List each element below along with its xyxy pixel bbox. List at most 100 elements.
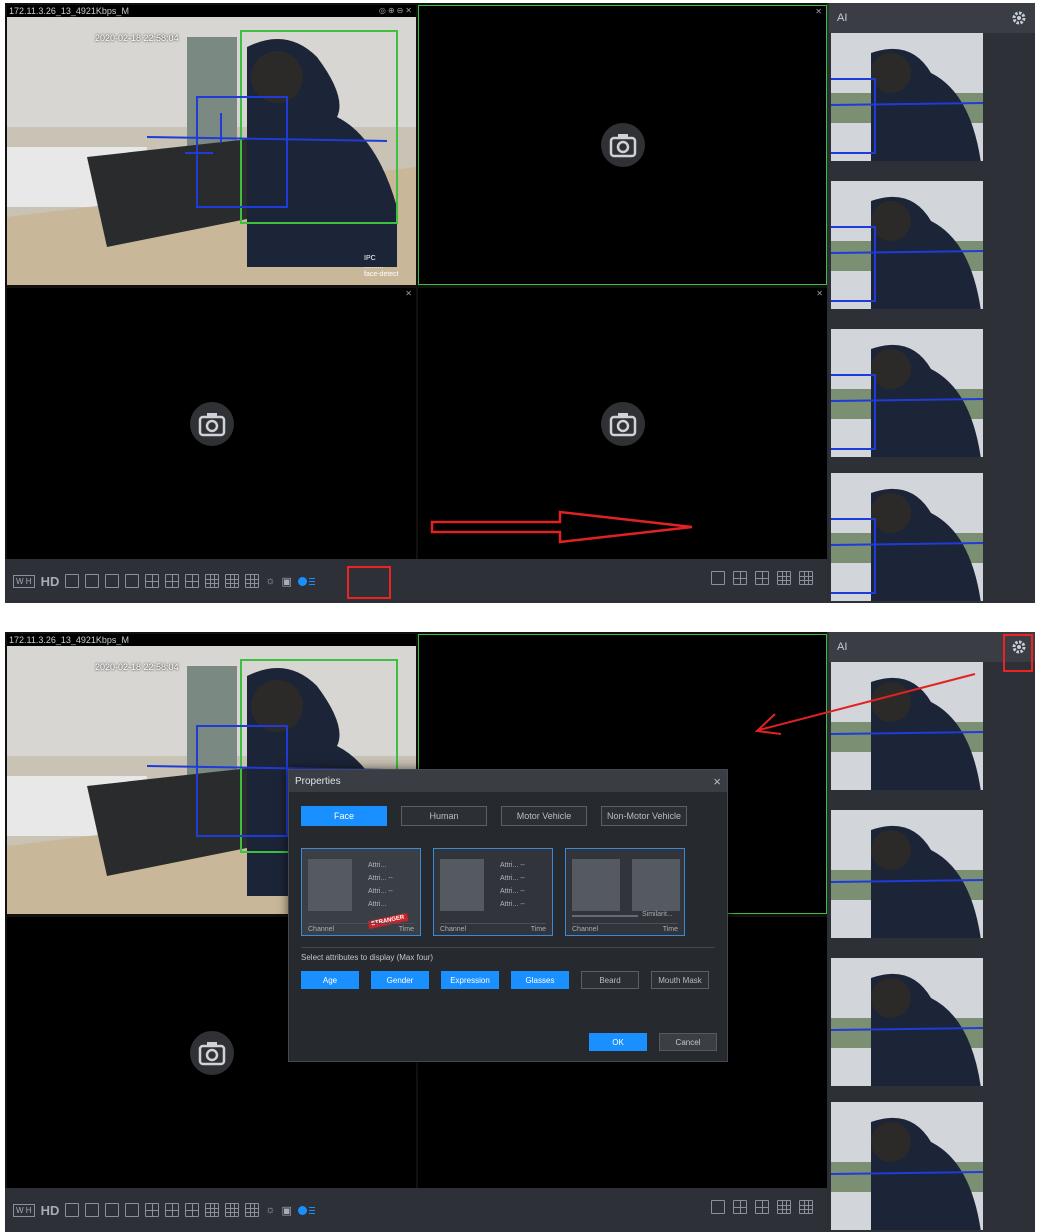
panel-layout-4-icon[interactable] [733,571,747,585]
attr-glasses-button[interactable]: Glasses [511,971,569,989]
ai-display-toggle-icon[interactable] [297,1203,320,1217]
window-icon[interactable] [105,574,120,588]
highlight-box [347,566,391,599]
cell-controls[interactable]: ◎ ⊕ ⊖ ✕ [375,5,416,17]
snapshot-thumbnail[interactable] [831,1102,983,1230]
divider [301,947,715,948]
close-icon[interactable]: ✕ [405,6,412,16]
tab-human[interactable]: Human [401,806,487,826]
video-cell-4[interactable]: ✕ [418,288,827,559]
cell-controls[interactable]: ✕ [812,288,827,300]
hd-button[interactable]: HD [41,574,60,589]
close-icon[interactable]: ✕ [405,289,412,299]
layout-1-icon[interactable] [125,574,140,588]
panel-layout-5-icon[interactable] [755,1200,769,1214]
attr-expression-button[interactable]: Expression [441,971,499,989]
video-cell-3[interactable]: ✕ [7,288,416,559]
attr-age-button[interactable]: Age [301,971,359,989]
ai-display-toggle-icon[interactable] [297,574,320,588]
fullscreen-icon[interactable] [85,1203,100,1217]
preview-footer: Channel Time [572,923,678,933]
window-icon[interactable] [105,1203,120,1217]
attr-gender-button[interactable]: Gender [371,971,429,989]
gear-icon[interactable] [1011,10,1027,26]
layout-8-icon[interactable] [185,1203,200,1217]
video-cell-1[interactable]: 172.11.3.26_13_4921Kbps_M ◎ ⊕ ⊖ ✕ 2020-02-1… [7,5,416,285]
layout-9-icon[interactable] [205,1203,220,1217]
layout-4-icon[interactable] [145,1203,160,1217]
avatar-placeholder-icon [308,859,352,911]
tab-non-motor-vehicle[interactable]: Non-Motor Vehicle [601,806,687,826]
record-icon[interactable]: ◎ [379,6,386,16]
wh-button[interactable]: W H [13,574,35,588]
brightness-icon[interactable]: ☼ [265,1204,275,1216]
layout-previews: Attri... Attri... -- Attri... -- Attri... … [301,848,685,936]
tab-motor-vehicle[interactable]: Motor Vehicle [501,806,587,826]
camera-list-icon[interactable]: ▣ [281,575,291,588]
cell-controls[interactable]: ✕ [811,6,826,18]
fullscreen-icon[interactable] [85,574,100,588]
close-icon[interactable]: ✕ [816,289,823,299]
properties-dialog: Properties × Face Human Motor Vehicle No… [288,769,728,1062]
zoom-icon[interactable]: ⊖ [397,6,404,16]
client-window-1: 172.11.3.26_13_4921Kbps_M ◎ ⊕ ⊖ ✕ 2020-02-1… [5,3,1035,603]
camera-scene [7,17,416,285]
snapshot-thumbnail[interactable] [831,329,983,457]
panel-layout-1-icon[interactable] [711,1200,725,1214]
close-icon[interactable]: × [713,774,721,789]
talk-icon[interactable]: ⊕ [388,6,395,16]
panel-layout-16-icon[interactable] [799,571,813,585]
layout-6-icon[interactable] [165,574,180,588]
panel-layout-4-icon[interactable] [733,1200,747,1214]
layout-1-icon[interactable] [125,1203,140,1217]
annotation-arrow-icon [754,673,976,735]
preview-layout-3[interactable]: Similarit... Channel Time [565,848,685,936]
preview-layout-2[interactable]: Attri... -- Attri... -- Attri... -- Attri.… [433,848,553,936]
cell-controls[interactable]: ✕ [401,288,416,300]
brightness-icon[interactable]: ☼ [265,575,275,587]
channel-title: 172.11.3.26_13_4921Kbps_M [9,6,129,16]
attr-mouth-mask-button[interactable]: Mouth Mask [651,971,709,989]
panel-layout-1-icon[interactable] [711,571,725,585]
wh-button[interactable]: W H [13,1203,35,1217]
layout-6-icon[interactable] [165,1203,180,1217]
layout-13-icon[interactable] [225,1203,240,1217]
dialog-header: Properties × [289,770,727,792]
grid-icon[interactable] [65,574,80,588]
snapshot-thumbnail[interactable] [831,181,983,309]
grid-icon[interactable] [65,1203,80,1217]
layout-16-icon[interactable] [245,574,260,588]
layout-9-icon[interactable] [205,574,220,588]
video-cell-2[interactable]: ✕ [418,5,827,285]
panel-layout-9-icon[interactable] [777,1200,791,1214]
snapshot-thumbnail[interactable] [831,33,983,161]
layout-8-icon[interactable] [185,574,200,588]
cancel-button[interactable]: Cancel [659,1033,717,1051]
panel-layout-5-icon[interactable] [755,571,769,585]
ai-panel: AI [829,3,1035,603]
layout-13-icon[interactable] [225,574,240,588]
ai-panel-title: AI [837,641,848,653]
attr-beard-button[interactable]: Beard [581,971,639,989]
ai-panel-header: AI [829,3,1035,33]
osd-info: IPC.......... face-detect [364,255,399,278]
preview-attributes: Attri... Attri... -- Attri... -- Attri... [368,862,393,908]
snapshot-thumbnail[interactable] [831,810,983,938]
hd-button[interactable]: HD [41,1203,60,1218]
layout-16-icon[interactable] [245,1203,260,1217]
preview-layout-1[interactable]: Attri... Attri... -- Attri... -- Attri... … [301,848,421,936]
attribute-instruction: Select attributes to display (Max four) [301,953,434,962]
camera-list-icon[interactable]: ▣ [281,1204,291,1217]
ai-panel-title: AI [837,12,848,24]
snapshot-thumbnail[interactable] [831,958,983,1086]
panel-layout-16-icon[interactable] [799,1200,813,1214]
ok-button[interactable]: OK [589,1033,647,1051]
close-icon[interactable]: ✕ [815,7,822,17]
no-video-camera-icon [189,1030,234,1075]
annotation-arrow-icon [430,510,693,544]
bottom-toolbar: W H HD ☼ ▣ [5,559,827,603]
snapshot-thumbnail[interactable] [831,473,983,601]
panel-layout-9-icon[interactable] [777,571,791,585]
layout-4-icon[interactable] [145,574,160,588]
tab-face[interactable]: Face [301,806,387,826]
